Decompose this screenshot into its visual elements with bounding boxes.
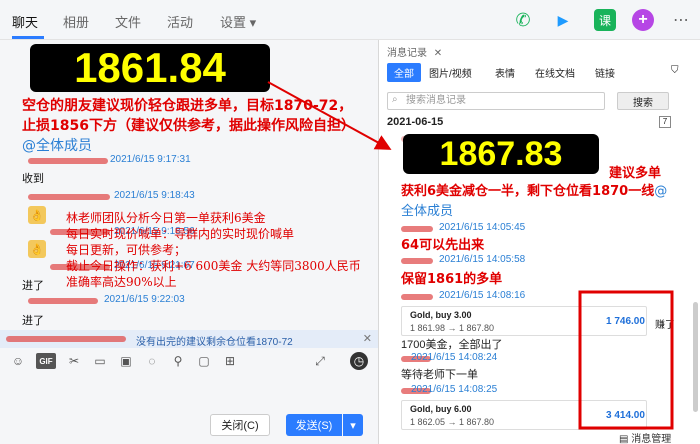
message-text: 进了 [22, 315, 44, 327]
redacted-name [401, 226, 433, 232]
message-history-panel: 消息记录 ✕ 全部 图片/视频 表情 在线文档 链接 ⛉ 搜索消息记录 ⌕ 搜索… [379, 40, 700, 444]
video-icon[interactable]: ▶ [552, 9, 574, 31]
timestamp: 2021/6/15 14:05:58 [439, 254, 526, 265]
scissors-icon[interactable]: ✂ [66, 353, 82, 369]
price-image-2: 1867.83 [403, 134, 599, 174]
chat-panel: 1861.84 空仓的朋友建议现价轻仓跟进多单，目标1870-72，止损1856… [0, 40, 378, 444]
ok-hand-emoji-icon: 👌 [28, 240, 46, 258]
redacted-name [401, 258, 433, 264]
send-button[interactable]: 发送(S) [286, 414, 342, 436]
message-text: 等待老师下一单 [401, 369, 478, 381]
send-options-chevron-icon[interactable]: ▾ [343, 414, 363, 436]
message-manage-link[interactable]: ▤ 消息管理 [619, 430, 671, 444]
image-icon[interactable]: ▣ [118, 353, 134, 369]
top-tab-bar: 聊天 相册 文件 活动 设置 ▾ ✆ ▶ 课 + ⋯ [0, 0, 700, 40]
calendar-icon[interactable]: 7 [659, 116, 671, 128]
history-tabs: 全部 图片/视频 表情 在线文档 链接 ⛉ [379, 62, 700, 82]
tab-files[interactable]: 文件 [115, 12, 141, 31]
pin-icon[interactable]: ⚲ [170, 353, 186, 369]
redacted-name [28, 298, 98, 304]
screen-icon[interactable]: ▢ [196, 353, 212, 369]
expand-icon[interactable]: ⤢ [312, 353, 328, 369]
timestamp: 2021/6/15 14:08:16 [439, 290, 526, 301]
filter-icon[interactable]: ⛉ [671, 65, 679, 76]
close-quote-icon[interactable]: ✕ [363, 332, 372, 345]
close-button[interactable]: 关闭(C) [210, 414, 270, 436]
history-tab-media[interactable]: 图片/视频 [429, 65, 472, 80]
folder-icon[interactable]: ▭ [92, 353, 108, 369]
history-search-button[interactable]: 搜索 [617, 92, 669, 110]
history-tab-links[interactable]: 链接 [595, 65, 615, 80]
redacted-name [28, 194, 110, 200]
ok-hand-emoji-icon: 👌 [28, 206, 46, 224]
message-text: 进了 [22, 280, 44, 292]
history-date: 2021-06-15 [387, 116, 444, 128]
manage-icon: ▤ [619, 434, 632, 444]
trade-range: 1 862.05 → 1 867.80 [410, 417, 495, 427]
close-history-icon[interactable]: ✕ [434, 48, 442, 59]
history-tab-stickers[interactable]: 表情 [495, 65, 515, 80]
trade-label: Gold, buy 6.00 [410, 404, 472, 414]
timestamp: 2021/6/15 9:22:03 [104, 294, 185, 305]
price-image-1: 1861.84 [30, 44, 270, 92]
history-clock-icon[interactable]: ◷ [350, 352, 368, 370]
history-search-input[interactable]: 搜索消息记录 [387, 92, 605, 110]
tab-settings[interactable]: 设置 ▾ [220, 12, 256, 31]
active-tab-indicator [12, 36, 44, 39]
quoted-text: 没有出完的建议剩余仓位看1870-72 [136, 337, 293, 348]
grid-icon[interactable]: ⊞ [222, 353, 238, 369]
message-text: 收到 [22, 173, 44, 185]
history-line-4: 保留1861的多单 [401, 272, 503, 287]
trade-profit: 1 746.00 [606, 316, 645, 327]
trade-card: Gold, buy 3.00 1 861.98 → 1 867.80 1 746… [401, 306, 647, 336]
timestamp: 2021/6/15 14:05:45 [439, 222, 526, 233]
emoji-icon[interactable]: ☺ [10, 353, 26, 369]
tab-chat[interactable]: 聊天 [12, 12, 38, 31]
plus-icon[interactable]: + [632, 9, 654, 31]
more-icon[interactable]: ⋯ [670, 9, 692, 31]
promo-overlay-text: 林老师团队分析今日第一单获利6美金 每日实时现价喊单：导群内的实时现价喊单 每日… [66, 211, 361, 289]
trade-card: Gold, buy 6.00 1 862.05 → 1 867.80 3 414… [401, 400, 647, 430]
message-text: 1700美金，全部出了 [401, 339, 503, 351]
bubble-icon[interactable]: ◌ [144, 353, 160, 369]
timestamp: 2021/6/15 14:08:24 [411, 352, 498, 363]
history-line-2: 获利6美金减仓一半，剩下仓位看1870一线@全体成员 [401, 184, 668, 219]
history-title: 消息记录 ✕ [387, 48, 443, 59]
history-scrollbar[interactable] [693, 302, 698, 412]
tab-activity[interactable]: 活动 [167, 12, 193, 31]
timestamp: 2021/6/15 9:18:43 [114, 190, 195, 201]
earned-text: 赚了 [655, 320, 675, 331]
tab-album[interactable]: 相册 [63, 12, 89, 31]
phone-icon[interactable]: ✆ [512, 9, 534, 31]
redacted-name [6, 336, 126, 342]
trade-advice: 空仓的朋友建议现价轻仓跟进多单，目标1870-72，止损1856下方（建议仅供参… [22, 98, 355, 154]
gif-icon[interactable]: GIF [36, 353, 56, 369]
history-tab-docs[interactable]: 在线文档 [535, 65, 575, 80]
timestamp: 2021/6/15 9:17:31 [110, 154, 191, 165]
class-icon[interactable]: 课 [594, 9, 616, 31]
redacted-name [28, 158, 108, 164]
history-line-1: 建议多单 [609, 166, 662, 181]
search-icon: ⌕ [392, 94, 398, 105]
trade-range: 1 861.98 → 1 867.80 [410, 323, 495, 333]
quoted-message-bar: 没有出完的建议剩余仓位看1870-72 ✕ [0, 330, 378, 348]
redacted-name [401, 294, 433, 300]
input-toolbar: ☺ GIF ✂ ▭ ▣ ◌ ⚲ ▢ ⊞ ⤢ ◷ [0, 348, 378, 374]
trade-profit: 3 414.00 [606, 410, 645, 421]
history-line-3: 64可以先出来 [401, 238, 485, 253]
timestamp: 2021/6/15 14:08:25 [411, 384, 498, 395]
history-tab-all[interactable]: 全部 [387, 63, 421, 82]
trade-label: Gold, buy 3.00 [410, 310, 472, 320]
